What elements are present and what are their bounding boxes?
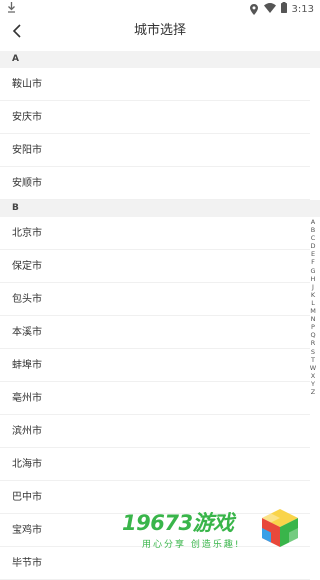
- index-letter[interactable]: A: [311, 218, 315, 226]
- index-letter[interactable]: G: [310, 267, 315, 275]
- index-letter[interactable]: Q: [310, 331, 315, 339]
- location-icon: [249, 4, 259, 15]
- city-list-item[interactable]: 蚌埠市: [0, 349, 310, 382]
- download-icon: [7, 2, 16, 16]
- index-letter[interactable]: S: [311, 348, 315, 356]
- index-letter[interactable]: R: [311, 339, 316, 347]
- city-list-item[interactable]: 安阳市: [0, 134, 310, 167]
- city-list-item[interactable]: 安顺市: [0, 167, 310, 200]
- city-list-item[interactable]: 保定市: [0, 250, 310, 283]
- index-letter[interactable]: M: [310, 307, 316, 315]
- page-title: 城市选择: [133, 23, 186, 38]
- city-list[interactable]: A 鞍山市 安庆市 安阳市 安顺市 B 北京市 保定市 包头市 本溪市 蚌埠市 亳州市 滨州市 北海市 巴中…: [0, 51, 320, 580]
- city-list-item[interactable]: 滨州市: [0, 415, 310, 448]
- city-list-item[interactable]: 北海市: [0, 448, 310, 481]
- city-list-item[interactable]: 北京市: [0, 217, 310, 250]
- index-letter[interactable]: X: [311, 372, 315, 380]
- index-letter[interactable]: T: [311, 356, 315, 364]
- nav-bar: 城市选择: [0, 17, 320, 45]
- watermark-title: 19673游戏: [122, 511, 234, 535]
- alphabet-index-bar[interactable]: ABCDEFGHJKLMNPQRSTWXYZ: [306, 218, 320, 396]
- section-header: A: [0, 51, 320, 68]
- watermark-logo: 19673游戏 用心分享 创造乐趣!: [122, 507, 314, 555]
- index-letter[interactable]: D: [310, 242, 315, 250]
- city-list-item[interactable]: 包头市: [0, 283, 310, 316]
- index-letter[interactable]: N: [311, 315, 316, 323]
- cube-logo-icon: [262, 509, 298, 547]
- city-list-item[interactable]: 安庆市: [0, 101, 310, 134]
- city-list-item[interactable]: 亳州市: [0, 382, 310, 415]
- status-bar: 3:13: [0, 0, 320, 17]
- wifi-icon: [263, 2, 276, 16]
- index-letter[interactable]: F: [311, 258, 315, 266]
- index-letter[interactable]: H: [311, 275, 316, 283]
- index-letter[interactable]: B: [311, 226, 315, 234]
- index-letter[interactable]: W: [310, 364, 316, 372]
- city-list-item[interactable]: 鞍山市: [0, 68, 310, 101]
- index-letter[interactable]: E: [311, 250, 315, 258]
- watermark-subtitle: 用心分享 创造乐趣!: [142, 540, 241, 550]
- index-letter[interactable]: Y: [311, 380, 315, 388]
- index-letter[interactable]: Z: [311, 388, 315, 396]
- status-time: 3:13: [291, 3, 314, 15]
- section-header: B: [0, 200, 320, 217]
- index-letter[interactable]: J: [312, 283, 314, 291]
- index-letter[interactable]: K: [311, 291, 315, 299]
- index-letter[interactable]: C: [311, 234, 316, 242]
- index-letter[interactable]: L: [311, 299, 315, 307]
- battery-icon: [280, 2, 287, 16]
- index-letter[interactable]: P: [311, 323, 315, 331]
- city-list-item[interactable]: 本溪市: [0, 316, 310, 349]
